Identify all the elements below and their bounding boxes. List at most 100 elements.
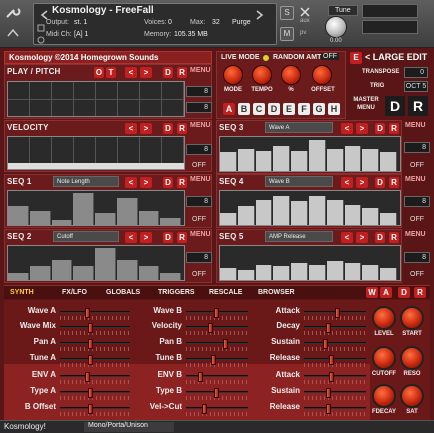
velocity-grid[interactable] (7, 136, 185, 170)
slider-thumb[interactable] (88, 339, 93, 349)
seq1-prev-button[interactable]: < (125, 177, 137, 188)
col2-slider-6[interactable] (186, 404, 248, 414)
pattern-a-button[interactable]: A (223, 103, 235, 115)
velocity-r-button[interactable]: R (177, 123, 187, 134)
reso-knob[interactable] (400, 346, 424, 370)
play-pitch-next-button[interactable]: > (140, 67, 152, 78)
slider-thumb[interactable] (88, 355, 93, 365)
seq5-step-bar[interactable] (326, 261, 344, 280)
seq2-prev-button[interactable]: < (125, 232, 137, 243)
col3-slider-1[interactable] (304, 323, 366, 333)
seq1-next-button[interactable]: > (140, 177, 152, 188)
velocity-prev-button[interactable]: < (125, 123, 137, 134)
seq5-target-field[interactable]: AMP Release (265, 231, 333, 242)
seq4-step-bar[interactable] (220, 213, 237, 225)
seq4-step-bar[interactable] (326, 199, 344, 225)
seq2-next-button[interactable]: > (140, 232, 152, 243)
slider-thumb[interactable] (84, 372, 90, 382)
col2-slider-4[interactable] (186, 372, 248, 382)
velocity-steps[interactable]: 8 (186, 144, 212, 155)
sat-knob[interactable] (400, 384, 424, 408)
seq4-step-bar[interactable] (255, 199, 273, 225)
slider-thumb[interactable] (213, 388, 219, 398)
w-button[interactable]: W (366, 287, 378, 298)
seq2-grid[interactable] (7, 245, 185, 281)
cutoff-knob[interactable] (372, 346, 396, 370)
seq3-step-bar[interactable] (220, 152, 237, 171)
col2-slider-1[interactable] (186, 323, 248, 333)
mute-button[interactable]: M (280, 27, 294, 41)
slider-thumb[interactable] (207, 323, 213, 333)
col3-slider-0[interactable] (304, 308, 366, 318)
velocity-menu[interactable]: MENU (190, 122, 211, 129)
seq3-target-field[interactable]: Wave A (265, 122, 333, 133)
seq5-d-button[interactable]: D (375, 232, 385, 243)
seq4-step-bar[interactable] (291, 201, 308, 225)
play-pitch-menu[interactable]: MENU (190, 67, 211, 74)
slider-thumb[interactable] (325, 388, 331, 398)
col3-slider-5[interactable] (304, 388, 366, 398)
col3-slider-4[interactable] (304, 372, 366, 382)
seq3-step-bar[interactable] (291, 150, 308, 171)
r-button[interactable]: R (414, 287, 426, 298)
seq4-steps[interactable]: 8 (404, 196, 430, 207)
seq4-r-button[interactable]: R (389, 177, 399, 188)
velocity-d-button[interactable]: D (163, 123, 173, 134)
seq5-step-bar[interactable] (362, 264, 380, 280)
seq2-off[interactable]: OFF (192, 271, 206, 278)
velocity-next-button[interactable]: > (140, 123, 152, 134)
tab-triggers[interactable]: TRIGGERS (158, 289, 195, 296)
seq3-grid[interactable] (219, 136, 401, 172)
play-pitch-t-button[interactable]: T (106, 67, 116, 78)
seq3-step-bar[interactable] (362, 148, 380, 171)
seq3-step-bar[interactable] (380, 152, 397, 171)
seq4-step-bar[interactable] (309, 196, 326, 225)
slider-thumb[interactable] (328, 372, 334, 382)
slider-thumb[interactable] (201, 404, 207, 414)
slider-thumb[interactable] (325, 404, 331, 414)
start-knob[interactable] (400, 306, 424, 330)
seq2-step-bar[interactable] (160, 273, 181, 280)
pattern-g-button[interactable]: G (313, 103, 325, 115)
seq5-step-bar[interactable] (273, 266, 291, 280)
pattern-b-button[interactable]: B (238, 103, 250, 115)
slider-thumb[interactable] (328, 355, 334, 365)
play-pitch-o-button[interactable]: O (94, 67, 104, 78)
seq5-r-button[interactable]: R (389, 232, 399, 243)
seq5-step-bar[interactable] (344, 263, 362, 280)
seq5-off[interactable]: OFF (410, 271, 424, 278)
seq4-step-bar[interactable] (344, 204, 362, 225)
offset-knob[interactable] (312, 65, 332, 85)
solo-button[interactable]: S (280, 6, 294, 20)
seq3-menu[interactable]: MENU (405, 122, 426, 129)
seq2-target-field[interactable]: Cutoff (53, 231, 119, 242)
large-edit-button[interactable]: < LARGE EDIT (365, 52, 427, 62)
max-value[interactable]: 32 (212, 19, 220, 26)
e-button[interactable]: E (350, 52, 362, 64)
pattern-f-button[interactable]: F (298, 103, 310, 115)
tab-synth[interactable]: SYNTH (10, 289, 34, 296)
slider-thumb[interactable] (335, 308, 340, 318)
col2-slider-3[interactable] (186, 355, 248, 365)
seq1-step-bar[interactable] (138, 211, 160, 225)
seq4-step-bar[interactable] (362, 208, 380, 225)
seq5-menu[interactable]: MENU (405, 231, 426, 238)
seq5-steps[interactable]: 8 (404, 252, 430, 263)
pattern-d-button[interactable]: D (268, 103, 280, 115)
seq3-step-bar[interactable] (309, 140, 326, 171)
col1-slider-1[interactable] (60, 323, 130, 333)
slider-thumb[interactable] (88, 323, 93, 333)
col1-slider-5[interactable] (60, 388, 130, 398)
velocity-off[interactable]: OFF (192, 162, 206, 169)
seq3-step-bar[interactable] (237, 148, 255, 171)
seq1-step-bar[interactable] (95, 213, 116, 225)
live-mode-led[interactable] (262, 54, 270, 62)
seq4-d-button[interactable]: D (375, 177, 385, 188)
purge-dropdown[interactable]: Purge (232, 19, 251, 26)
level-knob[interactable] (372, 306, 396, 330)
slider-thumb[interactable] (84, 308, 90, 318)
seq1-target-field[interactable]: Note Length (53, 176, 119, 187)
transpose-value[interactable]: 0 (404, 67, 428, 78)
tune-knob[interactable] (325, 16, 347, 38)
slider-thumb[interactable] (213, 308, 219, 318)
